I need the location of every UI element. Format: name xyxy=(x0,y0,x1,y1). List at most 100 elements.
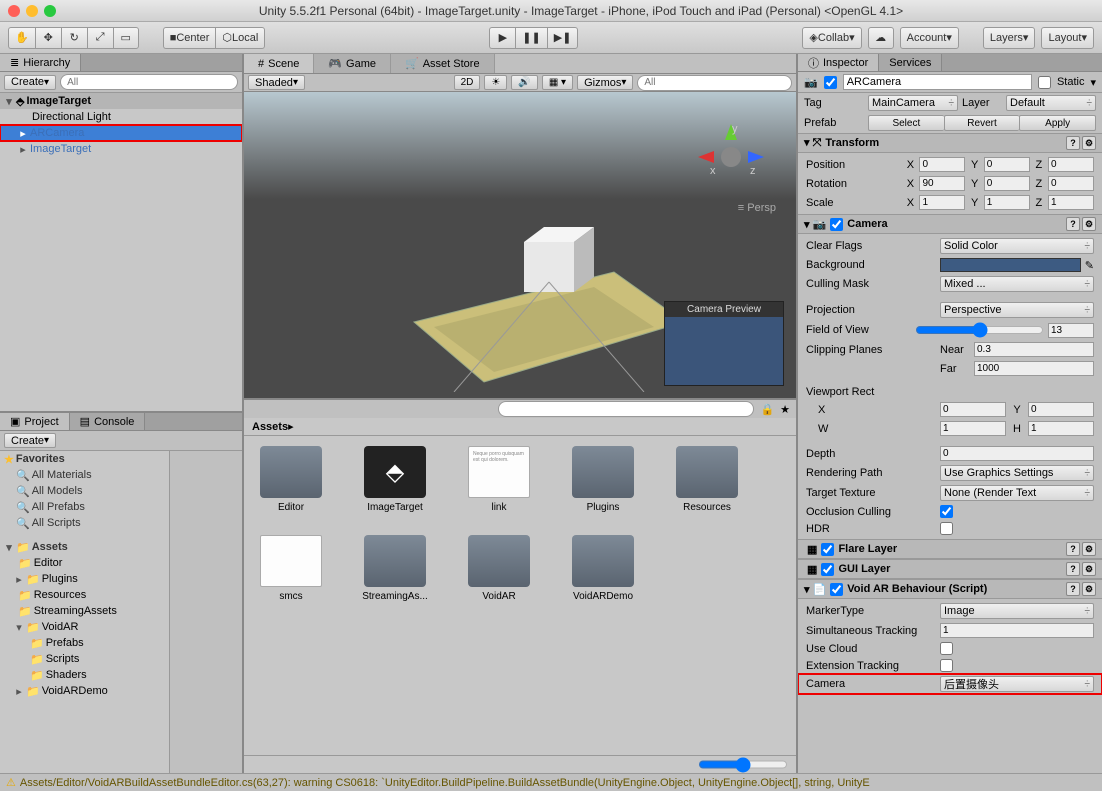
eyedropper-icon[interactable]: ✎ xyxy=(1085,259,1094,272)
hierarchy-item-light[interactable]: Directional Light xyxy=(0,109,242,125)
projection-dropdown[interactable]: Perspective xyxy=(940,302,1094,318)
vp-x-input[interactable] xyxy=(940,402,1006,417)
help-icon[interactable]: ? xyxy=(1066,136,1080,150)
fav-materials[interactable]: 🔍All Materials xyxy=(0,467,169,483)
maximize-icon[interactable] xyxy=(44,5,56,17)
step-button[interactable]: ▶❚ xyxy=(547,27,579,49)
gameobject-name-input[interactable] xyxy=(843,74,1032,90)
asset-file[interactable]: smcs xyxy=(254,535,328,602)
asset-folder[interactable]: Editor xyxy=(254,446,328,513)
occlusion-toggle[interactable] xyxy=(940,505,953,518)
folder-prefabs[interactable]: 📁 Prefabs xyxy=(0,635,169,651)
tag-dropdown[interactable]: MainCamera xyxy=(868,95,958,111)
hdr-toggle[interactable] xyxy=(940,522,953,535)
rot-y-input[interactable] xyxy=(984,176,1030,191)
rendering-path-dropdown[interactable]: Use Graphics Settings xyxy=(940,465,1094,481)
prefab-apply-button[interactable]: Apply xyxy=(1019,115,1096,131)
asset-store-tab[interactable]: 🛒 Asset Store xyxy=(391,54,495,73)
hierarchy-create-button[interactable]: Create ▾ xyxy=(4,75,56,90)
move-tool[interactable]: ✥ xyxy=(35,27,61,49)
camera-enable-toggle[interactable] xyxy=(830,218,843,231)
scene-gizmo-icon[interactable]: x y z xyxy=(696,122,766,192)
scl-x-input[interactable] xyxy=(919,195,965,210)
folder-resources[interactable]: 📁 Resources xyxy=(0,587,169,603)
vp-w-input[interactable] xyxy=(940,421,1006,436)
fav-prefabs[interactable]: 🔍All Prefabs xyxy=(0,499,169,515)
voidar-header[interactable]: ▾ 📄 Void AR Behaviour (Script) ?⚙ xyxy=(798,579,1102,599)
asset-folder[interactable]: VoidARDemo xyxy=(566,535,640,602)
asset-folder[interactable]: VoidAR xyxy=(462,535,536,602)
depth-input[interactable] xyxy=(940,446,1094,461)
hierarchy-tab[interactable]: ≣ Hierarchy xyxy=(0,54,81,71)
scene-viewport[interactable]: x y z ≡ Persp Camera Preview xyxy=(244,92,796,398)
rotate-tool[interactable]: ↻ xyxy=(61,27,87,49)
console-tab[interactable]: ▤ Console xyxy=(70,413,146,430)
minimize-icon[interactable] xyxy=(26,5,38,17)
cloud-button[interactable]: ☁ xyxy=(868,27,894,49)
scale-tool[interactable]: ⤢ xyxy=(87,27,113,49)
help-icon[interactable]: ? xyxy=(1066,217,1080,231)
rot-z-input[interactable] xyxy=(1048,176,1094,191)
gear-icon[interactable]: ⚙ xyxy=(1082,542,1096,556)
pivot-center-button[interactable]: ■ Center xyxy=(163,27,216,49)
fov-slider[interactable] xyxy=(915,322,1044,338)
project-create-button[interactable]: Create ▾ xyxy=(4,433,56,448)
pause-button[interactable]: ❚❚ xyxy=(515,27,546,49)
scl-z-input[interactable] xyxy=(1048,195,1094,210)
play-button[interactable]: ▶ xyxy=(489,27,515,49)
pivot-local-button[interactable]: ⬡ Local xyxy=(215,27,265,49)
help-icon[interactable]: ? xyxy=(1066,562,1080,576)
folder-scripts[interactable]: 📁 Scripts xyxy=(0,651,169,667)
folder-streaming[interactable]: 📁 StreamingAssets xyxy=(0,603,169,619)
near-input[interactable] xyxy=(974,342,1094,357)
hand-tool[interactable]: ✋ xyxy=(8,27,35,49)
scene-search-input[interactable] xyxy=(637,75,792,91)
asset-folder[interactable]: StreamingAs... xyxy=(358,535,432,602)
far-input[interactable] xyxy=(974,361,1094,376)
favorite-icon[interactable]: ★ xyxy=(780,403,790,416)
asset-folder[interactable]: Plugins xyxy=(566,446,640,513)
gear-icon[interactable]: ⚙ xyxy=(1082,136,1096,150)
gizmos-button[interactable]: Gizmos ▾ xyxy=(577,75,633,90)
asset-folder[interactable]: Resources xyxy=(670,446,744,513)
hierarchy-item-imagetarget[interactable]: ▸ImageTarget xyxy=(0,141,242,157)
target-texture-field[interactable]: None (Render Text xyxy=(940,485,1094,501)
help-icon[interactable]: ? xyxy=(1066,582,1080,596)
layout-button[interactable]: Layout ▾ xyxy=(1041,27,1094,49)
folder-plugins[interactable]: ▸📁 Plugins xyxy=(0,571,169,587)
search-scope-icon[interactable]: 🔒 xyxy=(760,403,774,416)
use-cloud-toggle[interactable] xyxy=(940,642,953,655)
account-button[interactable]: Account ▾ xyxy=(900,27,959,49)
layer-dropdown[interactable]: Default xyxy=(1006,95,1096,111)
rect-tool[interactable]: ▭ xyxy=(113,27,139,49)
gear-icon[interactable]: ⚙ xyxy=(1082,582,1096,596)
hierarchy-item-arcamera[interactable]: ▸ARCamera xyxy=(0,125,242,141)
rot-x-input[interactable] xyxy=(919,176,965,191)
active-toggle[interactable] xyxy=(824,76,837,89)
assets-root[interactable]: ▾📁 Assets xyxy=(0,539,169,555)
folder-voidar[interactable]: ▾📁 VoidAR xyxy=(0,619,169,635)
background-color-swatch[interactable] xyxy=(940,258,1081,272)
clear-flags-dropdown[interactable]: Solid Color xyxy=(940,238,1094,254)
prefab-revert-button[interactable]: Revert xyxy=(944,115,1020,131)
folder-editor[interactable]: 📁 Editor xyxy=(0,555,169,571)
camera-select-dropdown[interactable]: 后置摄像头 xyxy=(940,676,1094,692)
static-toggle[interactable] xyxy=(1038,76,1051,89)
asset-scene[interactable]: ⬘ImageTarget xyxy=(358,446,432,513)
project-search-input[interactable] xyxy=(498,401,754,417)
voidar-enable-toggle[interactable] xyxy=(830,583,843,596)
gui-layer-header[interactable]: ▦ GUI Layer ?⚙ xyxy=(798,559,1102,579)
game-tab[interactable]: 🎮 Game xyxy=(314,54,391,73)
audio-toggle[interactable]: 🔊 xyxy=(511,75,537,90)
gear-icon[interactable]: ⚙ xyxy=(1082,217,1096,231)
shading-mode-button[interactable]: Shaded ▾ xyxy=(248,75,305,90)
folder-shaders[interactable]: 📁 Shaders xyxy=(0,667,169,683)
gear-icon[interactable]: ⚙ xyxy=(1082,562,1096,576)
project-tab[interactable]: ▣ Project xyxy=(0,413,70,430)
collab-button[interactable]: ◈ Collab ▾ xyxy=(802,27,861,49)
2d-toggle[interactable]: 2D xyxy=(454,75,481,90)
marker-type-dropdown[interactable]: Image xyxy=(940,603,1094,619)
vp-y-input[interactable] xyxy=(1028,402,1094,417)
culling-mask-dropdown[interactable]: Mixed ... xyxy=(940,276,1094,292)
inspector-tab[interactable]: ⓘ Inspector xyxy=(798,54,879,71)
